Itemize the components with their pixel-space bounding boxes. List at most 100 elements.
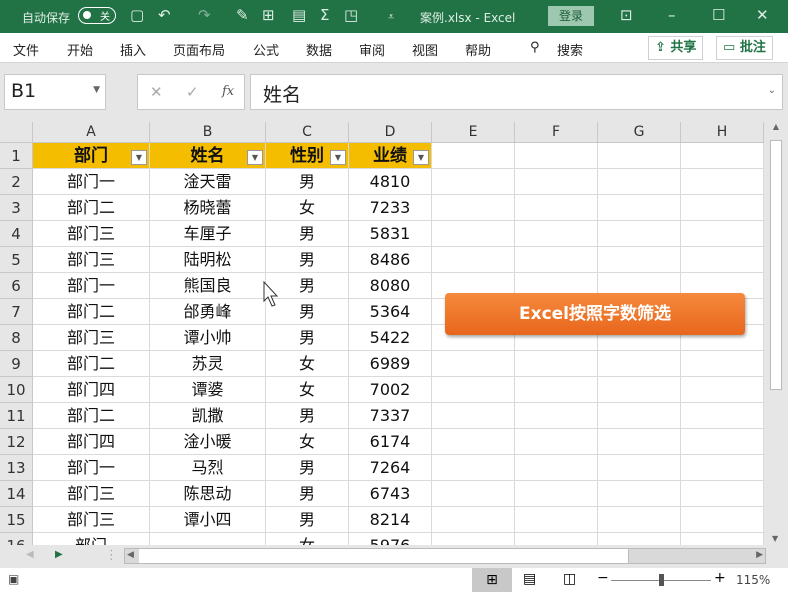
- zoom-level[interactable]: 115%: [736, 573, 770, 587]
- scroll-down-icon[interactable]: ▼: [772, 534, 778, 543]
- autosave-toggle[interactable]: 关: [78, 7, 116, 24]
- cell[interactable]: 谭婆: [150, 377, 266, 403]
- zoom-slider[interactable]: [611, 574, 711, 586]
- zoom-slider-thumb[interactable]: [659, 574, 664, 586]
- scroll-up-icon[interactable]: ▲: [764, 122, 788, 131]
- column-header[interactable]: F: [515, 122, 598, 143]
- cell[interactable]: 6174: [349, 429, 432, 455]
- cell[interactable]: [150, 533, 266, 545]
- format-painter-icon[interactable]: ✎: [236, 6, 249, 24]
- filter-dropdown-icon[interactable]: ▼: [131, 150, 147, 165]
- cell[interactable]: 女: [266, 377, 349, 403]
- header-cell[interactable]: 姓名 ▼: [150, 143, 266, 169]
- filter-dropdown-icon[interactable]: ▼: [330, 150, 346, 165]
- cell[interactable]: 部门二: [33, 403, 150, 429]
- scroll-left-icon[interactable]: ◀: [127, 550, 134, 560]
- zoom-in-icon[interactable]: +: [714, 570, 726, 586]
- cell[interactable]: [515, 351, 598, 377]
- cell[interactable]: 男: [266, 325, 349, 351]
- cell[interactable]: 部门一: [33, 273, 150, 299]
- row-header[interactable]: 7: [0, 299, 33, 325]
- prev-sheet-icon[interactable]: ◀: [26, 549, 34, 560]
- cell[interactable]: [515, 377, 598, 403]
- cell[interactable]: 部门四: [33, 377, 150, 403]
- cell[interactable]: [432, 143, 515, 169]
- cell[interactable]: 7002: [349, 377, 432, 403]
- cell[interactable]: [432, 169, 515, 195]
- row-header[interactable]: 2: [0, 169, 33, 195]
- cell[interactable]: [432, 455, 515, 481]
- row-header[interactable]: 3: [0, 195, 33, 221]
- cell[interactable]: [598, 169, 681, 195]
- cell[interactable]: 6743: [349, 481, 432, 507]
- share-button[interactable]: ⇪ 共享: [648, 36, 704, 60]
- cell[interactable]: 女: [266, 195, 349, 221]
- cell[interactable]: 谭小四: [150, 507, 266, 533]
- cell[interactable]: [598, 507, 681, 533]
- cell[interactable]: [681, 377, 764, 403]
- cell[interactable]: 部门一: [33, 169, 150, 195]
- cell[interactable]: 部门三: [33, 325, 150, 351]
- row-header[interactable]: 13: [0, 455, 33, 481]
- chevron-down-icon[interactable]: ▼: [93, 85, 100, 95]
- header-cell[interactable]: 部门 ▼: [33, 143, 150, 169]
- cell[interactable]: [681, 221, 764, 247]
- cell[interactable]: [432, 429, 515, 455]
- cell[interactable]: 凯撒: [150, 403, 266, 429]
- cell[interactable]: 淦小暖: [150, 429, 266, 455]
- cell[interactable]: 部门三: [33, 507, 150, 533]
- scroll-thumb[interactable]: [770, 140, 782, 390]
- cell[interactable]: 男: [266, 169, 349, 195]
- comment-button[interactable]: ▭ 批注: [716, 36, 773, 60]
- cell[interactable]: 7264: [349, 455, 432, 481]
- cell[interactable]: 女: [266, 533, 349, 545]
- cell[interactable]: 部门三: [33, 247, 150, 273]
- undo-icon[interactable]: ↶: [158, 6, 171, 24]
- cell[interactable]: [681, 169, 764, 195]
- cell[interactable]: 男: [266, 481, 349, 507]
- cell[interactable]: [598, 455, 681, 481]
- shapes-icon[interactable]: ◳: [344, 6, 358, 24]
- cell[interactable]: 马烈: [150, 455, 266, 481]
- zoom-out-icon[interactable]: −: [597, 570, 609, 586]
- cell[interactable]: [515, 481, 598, 507]
- cell[interactable]: 部门二: [33, 195, 150, 221]
- save-icon[interactable]: ▢: [130, 6, 144, 24]
- cell[interactable]: [598, 481, 681, 507]
- cell[interactable]: 7337: [349, 403, 432, 429]
- search-icon[interactable]: ⚲: [530, 40, 540, 55]
- cell[interactable]: 苏灵: [150, 351, 266, 377]
- tab-insert[interactable]: 插入: [120, 40, 146, 59]
- tab-data[interactable]: 数据: [306, 40, 332, 59]
- cell[interactable]: 部门三: [33, 221, 150, 247]
- tab-home[interactable]: 开始: [67, 40, 93, 59]
- cell[interactable]: 淦天雷: [150, 169, 266, 195]
- cell[interactable]: [432, 403, 515, 429]
- cell[interactable]: [515, 533, 598, 545]
- cell[interactable]: 部门一: [33, 455, 150, 481]
- cell[interactable]: [681, 429, 764, 455]
- split-handle-icon[interactable]: ⋮: [105, 548, 118, 563]
- name-box[interactable]: B1 ▼: [4, 74, 106, 110]
- cell[interactable]: 谭小帅: [150, 325, 266, 351]
- cell[interactable]: 5422: [349, 325, 432, 351]
- row-header[interactable]: 14: [0, 481, 33, 507]
- cell[interactable]: [598, 221, 681, 247]
- row-header[interactable]: 4: [0, 221, 33, 247]
- cell[interactable]: [515, 429, 598, 455]
- cell[interactable]: 部门二: [33, 299, 150, 325]
- cell[interactable]: [681, 533, 764, 545]
- cell[interactable]: 熊国良: [150, 273, 266, 299]
- customize-icon[interactable]: ⩡: [388, 10, 394, 24]
- cell[interactable]: 陈思动: [150, 481, 266, 507]
- scroll-right-icon[interactable]: ▶: [756, 550, 763, 560]
- cell[interactable]: 车厘子: [150, 221, 266, 247]
- maximize-icon[interactable]: ☐: [712, 6, 725, 24]
- page-break-view-icon[interactable]: ◫: [563, 571, 576, 587]
- row-header[interactable]: 6: [0, 273, 33, 299]
- redo-icon[interactable]: ↷: [198, 6, 211, 24]
- tab-file[interactable]: 文件: [13, 40, 39, 59]
- macro-record-icon[interactable]: ▣: [8, 572, 19, 586]
- cell[interactable]: 部门三: [33, 481, 150, 507]
- minimize-icon[interactable]: –: [668, 6, 676, 24]
